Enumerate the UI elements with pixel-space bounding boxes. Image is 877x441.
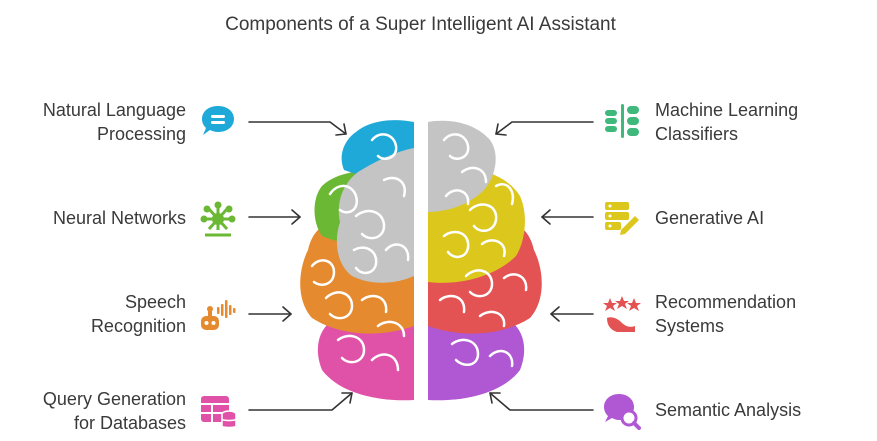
right-hemisphere bbox=[428, 100, 562, 420]
brain-diagram bbox=[248, 100, 594, 420]
left-hemisphere bbox=[280, 100, 414, 420]
